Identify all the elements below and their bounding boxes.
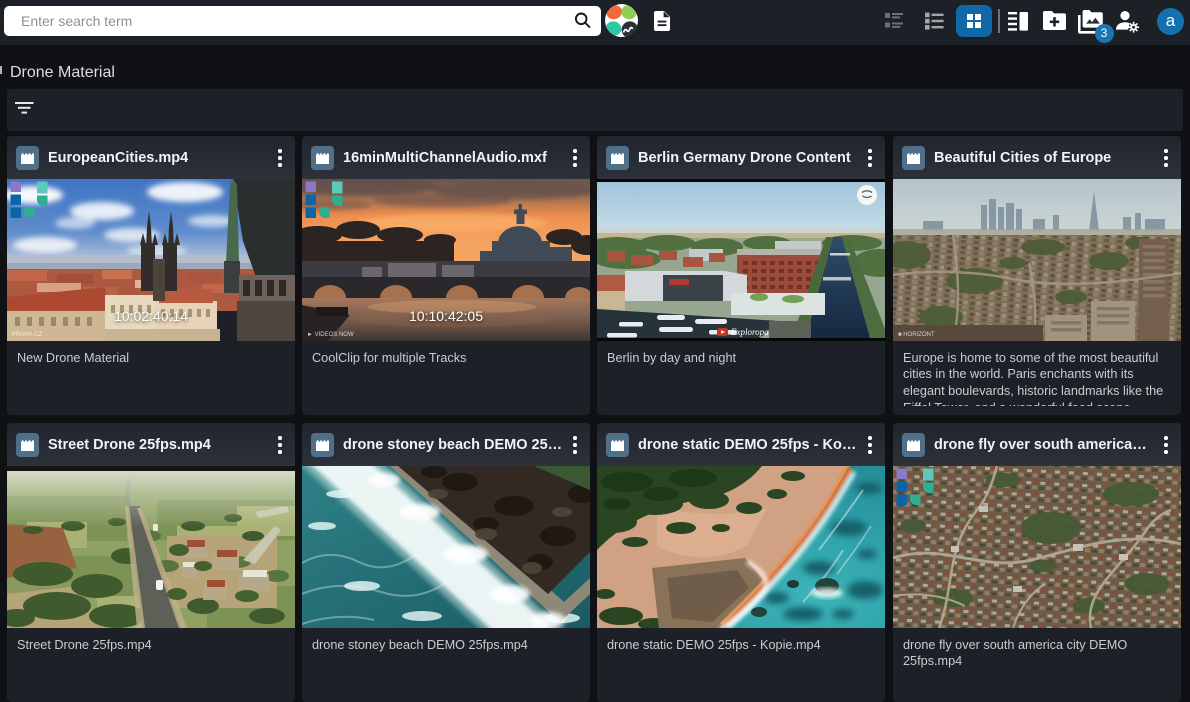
svg-text:Exploropa: Exploropa — [730, 327, 769, 337]
